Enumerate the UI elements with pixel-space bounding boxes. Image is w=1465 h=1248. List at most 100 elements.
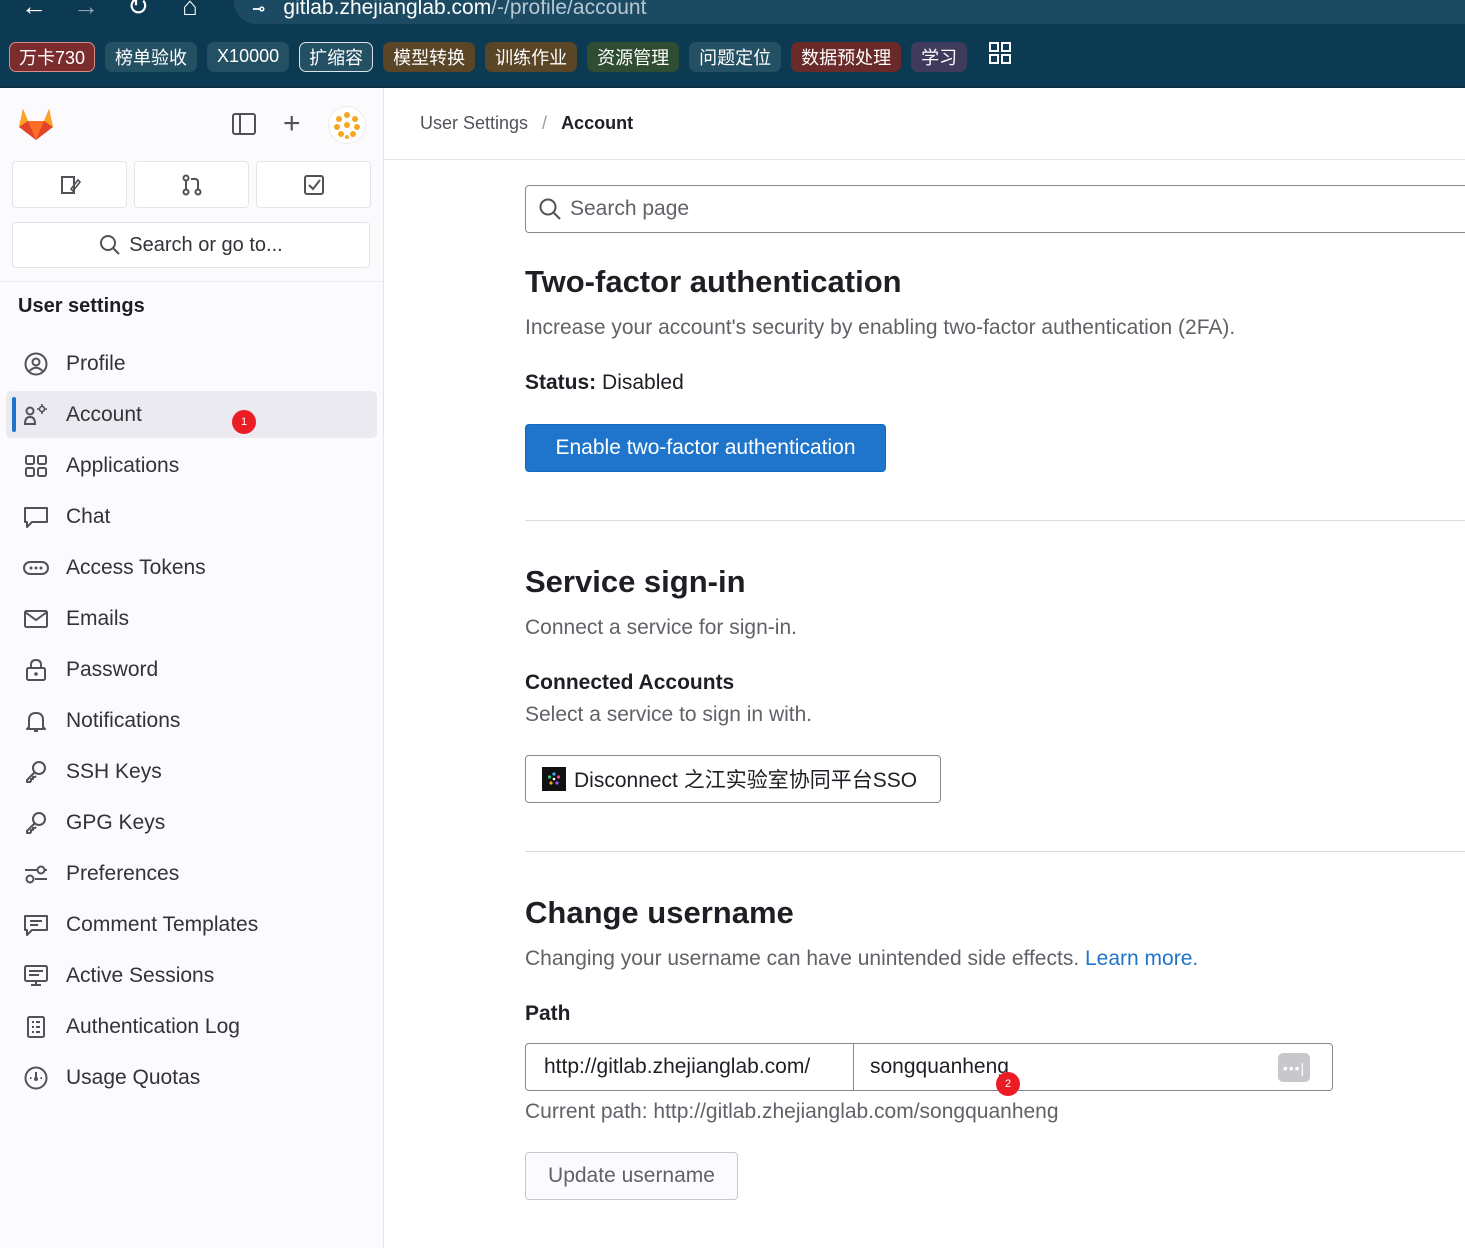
sidebar-item-emails[interactable]: Emails [6, 595, 377, 642]
bookmark-item[interactable]: 问题定位 [689, 41, 782, 72]
sidebar-item-label: Comment Templates [66, 912, 259, 936]
sidebar-item-ssh-keys[interactable]: SSH Keys [6, 748, 377, 795]
sidebar-item-gpg-keys[interactable]: GPG Keys [6, 799, 377, 846]
sidebar-item-label: Authentication Log [66, 1014, 240, 1038]
site-info-icon[interactable]: ⊸ [252, 0, 265, 19]
sidebar-item-applications[interactable]: Applications [6, 442, 377, 489]
annotation-marker-1: 1 [232, 410, 256, 434]
browser-toolbar: ← → ↻ ⌂ ⊸ gitlab.zhejianglab.com/-/profi… [0, 0, 1465, 27]
sidebar-item-usage-quotas[interactable]: Usage Quotas [6, 1054, 377, 1101]
sidebar-item-active-sessions[interactable]: Active Sessions [6, 952, 377, 999]
sidebar-item-label: Usage Quotas [66, 1065, 201, 1089]
sidebar-nav: Profile Account 1 Applications Chat Acce… [6, 340, 377, 1105]
mail-icon [22, 605, 50, 633]
global-search-button[interactable]: Search or go to... [12, 222, 370, 268]
sidebar-item-label: Profile [66, 351, 126, 375]
sidebar-item-chat[interactable]: Chat [6, 493, 377, 540]
create-new-icon[interactable]: + [283, 104, 301, 144]
reload-icon[interactable]: ↻ [112, 0, 164, 22]
address-bar[interactable]: ⊸ gitlab.zhejianglab.com/-/profile/accou… [234, 0, 1465, 24]
bookmark-item[interactable]: 数据预处理 [791, 41, 902, 72]
sidebar-item-password[interactable]: Password [6, 646, 377, 693]
merge-requests-button[interactable] [134, 161, 249, 208]
bookmark-item[interactable]: 模型转换 [383, 41, 476, 72]
comment-icon [22, 911, 50, 939]
sidebar-item-comment-templates[interactable]: Comment Templates [6, 901, 377, 948]
back-arrow-icon[interactable]: ← [8, 0, 60, 22]
sidebar-item-notifications[interactable]: Notifications [6, 697, 377, 744]
username-value: songquanheng [870, 1055, 1009, 1078]
two-factor-status: Status: Disabled [525, 371, 684, 395]
apps-grid-icon[interactable] [989, 42, 1012, 71]
username-path-group: http://gitlab.zhejianglab.com/ songquanh… [525, 1043, 1333, 1091]
disconnect-sso-label: Disconnect 之江实验室协同平台SSO [574, 769, 918, 792]
change-username-warning: Changing your username can have unintend… [525, 947, 1080, 970]
sidebar-item-profile[interactable]: Profile [6, 340, 377, 387]
sidebar-item-label: SSH Keys [66, 759, 162, 783]
learn-more-link[interactable]: Learn more. [1085, 947, 1198, 970]
sidebar-divider [0, 281, 383, 282]
section-divider [525, 520, 1465, 521]
gitlab-logo-icon[interactable] [16, 104, 56, 144]
sidebar-item-authentication-log[interactable]: Authentication Log [6, 1003, 377, 1050]
chat-icon [22, 503, 50, 531]
connected-accounts-description: Select a service to sign in with. [525, 703, 813, 726]
applications-icon [22, 452, 50, 480]
token-icon [22, 554, 50, 582]
bell-icon [22, 707, 50, 735]
current-path-text: Current path: http://gitlab.zhejianglab.… [525, 1100, 1059, 1123]
sidebar: + Search or go to... User settings Profi… [0, 88, 384, 1248]
annotation-marker-2: 2 [996, 1072, 1020, 1096]
enable-2fa-button[interactable]: Enable two-factor authentication [525, 424, 886, 472]
bookmark-item[interactable]: 资源管理 [587, 41, 680, 72]
forward-arrow-icon[interactable]: → [60, 0, 112, 22]
profile-icon [22, 350, 50, 378]
sidebar-item-label: Notifications [66, 708, 181, 732]
bookmark-item[interactable]: 扩缩容 [299, 41, 374, 72]
sidebar-item-label: Chat [66, 504, 111, 528]
sidebar-item-access-tokens[interactable]: Access Tokens [6, 544, 377, 591]
update-username-button[interactable]: Update username [525, 1152, 738, 1200]
two-factor-description: Increase your account's security by enab… [525, 316, 1236, 339]
quota-icon [22, 1064, 50, 1092]
sidebar-item-preferences[interactable]: Preferences [6, 850, 377, 897]
sidebar-section-title: User settings [18, 295, 145, 317]
breadcrumb-user-settings[interactable]: User Settings [420, 113, 528, 134]
lock-icon [22, 656, 50, 684]
account-icon [22, 401, 50, 429]
search-page-input[interactable]: Search page [525, 185, 1465, 233]
service-signin-description: Connect a service for sign-in. [525, 616, 797, 639]
bookmark-item[interactable]: 学习 [911, 41, 968, 72]
sidebar-item-label: Active Sessions [66, 963, 215, 987]
disconnect-sso-button[interactable]: Disconnect 之江实验室协同平台SSO [525, 755, 941, 803]
username-input[interactable]: songquanheng •••| [853, 1043, 1333, 1091]
sidebar-item-account[interactable]: Account 1 [6, 391, 377, 438]
sidebar-item-label: Account [66, 402, 142, 426]
todos-button[interactable] [256, 161, 371, 208]
url-path: /-/profile/account [491, 0, 647, 19]
merge-request-icon [182, 174, 201, 195]
path-prefix: http://gitlab.zhejianglab.com/ [525, 1043, 853, 1091]
breadcrumb: User Settings / Account [384, 88, 1465, 160]
avatar[interactable] [328, 106, 366, 144]
preferences-icon [22, 860, 50, 888]
bookmark-item[interactable]: 万卡730 [9, 41, 96, 72]
global-search-label: Search or go to... [129, 233, 283, 256]
url-host: gitlab.zhejianglab.com [283, 0, 492, 19]
change-username-description: Changing your username can have unintend… [525, 947, 1198, 971]
bookmark-item[interactable]: 榜单验收 [105, 41, 198, 72]
search-icon [100, 235, 120, 255]
section-divider [525, 851, 1465, 852]
status-label: Status: [525, 371, 597, 394]
issues-button[interactable] [12, 161, 127, 208]
path-label: Path [525, 1002, 571, 1025]
breadcrumb-account[interactable]: Account [561, 113, 633, 134]
password-manager-icon[interactable]: •••| [1278, 1053, 1310, 1082]
sidebar-item-label: Emails [66, 606, 130, 630]
service-signin-title: Service sign-in [525, 564, 746, 599]
home-icon[interactable]: ⌂ [164, 0, 216, 22]
sidebar-toggle-icon[interactable] [231, 112, 259, 138]
todo-check-icon [303, 174, 324, 195]
bookmark-item[interactable]: X10000 [207, 41, 290, 72]
bookmark-item[interactable]: 训练作业 [485, 41, 578, 72]
